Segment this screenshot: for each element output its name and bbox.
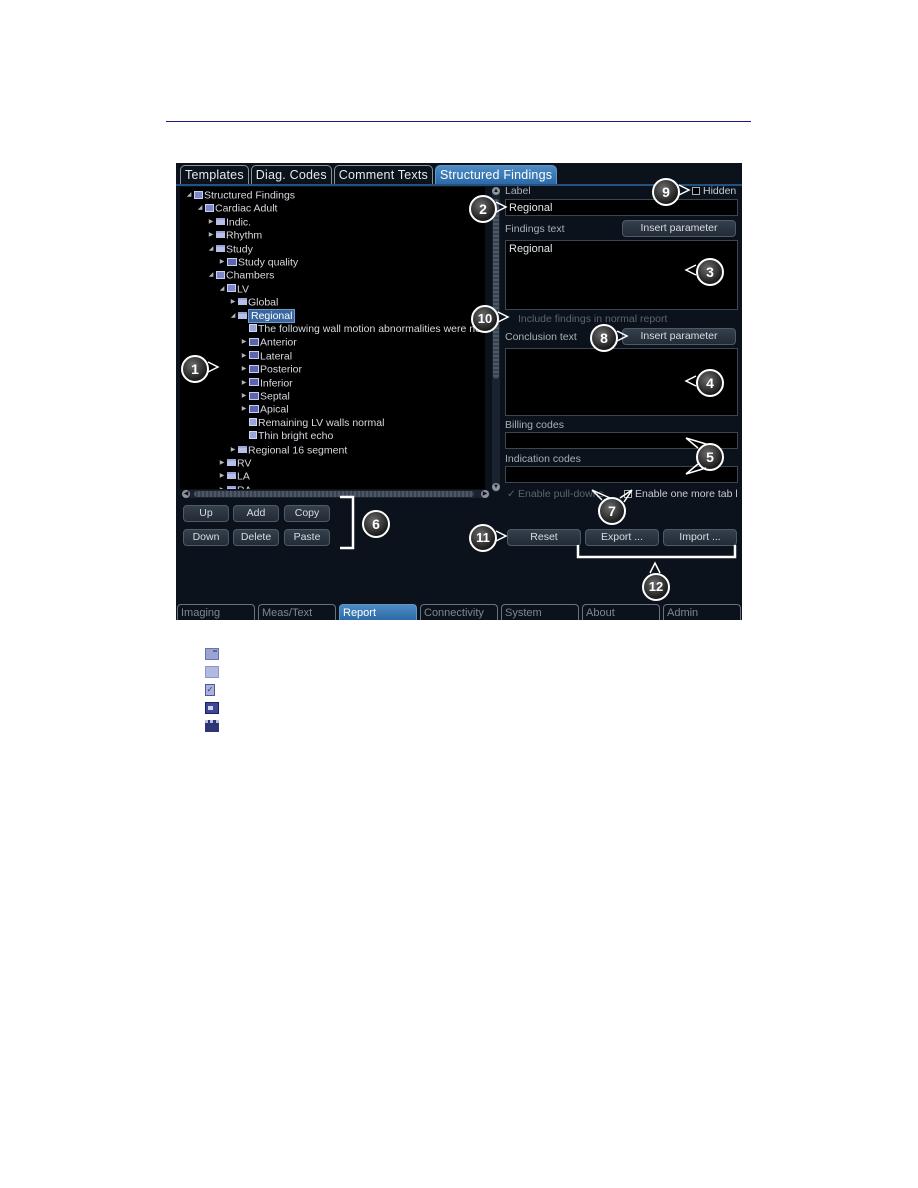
group-folder-icon [205,648,219,660]
pointer-lines [207,184,707,574]
pointer-7a [591,489,611,501]
brackets [340,495,737,559]
folder-icon [205,666,219,678]
pointer-5a [685,437,707,449]
pointer-11 [495,530,508,542]
bracket-12 [576,545,737,559]
pointer-12 [649,561,661,574]
pointer-4 [684,375,697,387]
pointer-2 [495,201,508,213]
pointer-1 [207,361,220,373]
callout-pointers [207,184,737,574]
icon-legend: ✓ [205,648,219,738]
item-icon: ✓ [205,684,215,696]
bracket-6 [340,495,355,550]
pointer-9 [678,184,691,196]
pointer-8 [616,330,629,342]
pointer-3 [684,264,697,276]
pointer-7b [619,489,633,503]
list-icon [205,720,219,732]
multi-item-icon [205,702,219,714]
pointer-10 [497,311,510,323]
pointer-5b [685,463,707,475]
